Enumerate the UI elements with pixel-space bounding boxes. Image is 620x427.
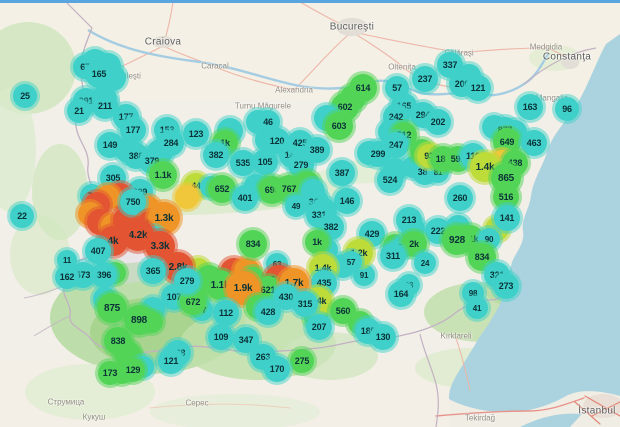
- cluster-marker[interactable]: 25: [13, 84, 37, 108]
- cluster-marker[interactable]: 22: [10, 204, 34, 228]
- cluster-marker[interactable]: 315: [292, 291, 318, 317]
- window-top-border: [0, 0, 620, 3]
- cluster-marker[interactable]: 311: [380, 243, 406, 269]
- cluster-marker[interactable]: 275: [290, 349, 314, 373]
- cluster-marker[interactable]: 141: [494, 205, 520, 231]
- cluster-marker[interactable]: 164: [388, 281, 414, 307]
- cluster-marker[interactable]: 170: [264, 356, 290, 382]
- cluster-marker[interactable]: 279: [174, 268, 200, 294]
- cluster-marker[interactable]: 173: [98, 361, 122, 385]
- cluster-marker[interactable]: 163: [517, 94, 543, 120]
- cluster-marker[interactable]: 260: [447, 185, 473, 211]
- cluster-marker[interactable]: 382: [203, 142, 229, 168]
- cluster-marker[interactable]: 57: [340, 251, 362, 273]
- cluster-marker[interactable]: 524: [377, 167, 403, 193]
- cluster-marker[interactable]: 177: [120, 117, 146, 143]
- cluster-marker[interactable]: 898: [124, 305, 154, 335]
- cluster-marker[interactable]: 105: [252, 149, 278, 175]
- cluster-markers-layer: 6716529121121252217717714915312328438837…: [0, 0, 620, 427]
- map-canvas[interactable]: CraiovaBucureştiConstanţaİstanbulBăileşt…: [0, 0, 620, 427]
- cluster-marker[interactable]: 428: [255, 299, 281, 325]
- cluster-marker[interactable]: 202: [425, 109, 451, 135]
- cluster-marker[interactable]: 213: [396, 207, 422, 233]
- cluster-marker[interactable]: 109: [208, 324, 234, 350]
- cluster-marker[interactable]: 21: [67, 99, 91, 123]
- cluster-marker[interactable]: 1.1k: [149, 161, 177, 189]
- cluster-marker[interactable]: [175, 185, 199, 209]
- cluster-marker[interactable]: 875: [97, 293, 127, 323]
- cluster-marker[interactable]: 149: [97, 132, 123, 158]
- cluster-marker[interactable]: 11: [57, 250, 77, 270]
- cluster-marker[interactable]: 130: [370, 324, 396, 350]
- cluster-marker[interactable]: 603: [325, 112, 353, 140]
- cluster-marker[interactable]: 96: [555, 97, 579, 121]
- map-screenshot: CraiovaBucureştiConstanţaİstanbulBăileşt…: [0, 0, 620, 427]
- cluster-marker[interactable]: 838: [104, 327, 132, 355]
- cluster-marker[interactable]: 387: [329, 160, 355, 186]
- cluster-marker[interactable]: 123: [183, 121, 209, 147]
- cluster-marker[interactable]: 407: [85, 238, 111, 264]
- cluster-marker[interactable]: 834: [239, 230, 267, 258]
- cluster-marker[interactable]: 463: [521, 130, 547, 156]
- cluster-marker[interactable]: 237: [412, 66, 438, 92]
- cluster-marker[interactable]: 750: [120, 189, 146, 215]
- cluster-marker[interactable]: 112: [213, 300, 239, 326]
- cluster-marker[interactable]: 165: [85, 60, 113, 88]
- cluster-marker[interactable]: 273: [493, 273, 519, 299]
- cluster-marker[interactable]: 1k: [305, 230, 329, 254]
- cluster-marker[interactable]: 401: [232, 185, 258, 211]
- cluster-marker[interactable]: 121: [158, 348, 184, 374]
- cluster-marker[interactable]: 928: [442, 225, 472, 255]
- cluster-marker[interactable]: 146: [334, 188, 360, 214]
- cluster-marker[interactable]: 24: [414, 252, 436, 274]
- cluster-marker[interactable]: 129: [121, 358, 145, 382]
- cluster-marker[interactable]: 41: [466, 297, 488, 319]
- cluster-marker[interactable]: 121: [465, 75, 491, 101]
- cluster-marker[interactable]: 389: [304, 137, 330, 163]
- cluster-marker[interactable]: 207: [306, 314, 332, 340]
- cluster-marker[interactable]: 365: [140, 258, 166, 284]
